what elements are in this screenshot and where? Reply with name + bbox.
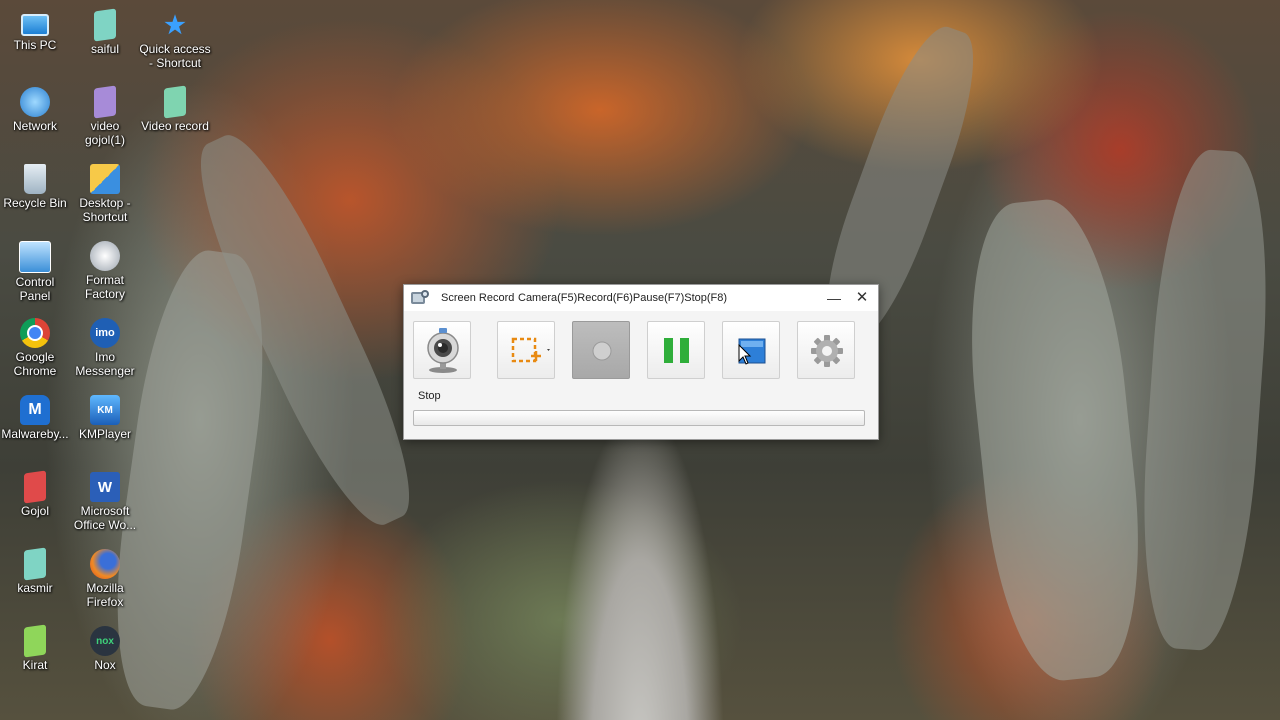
word-icon: W (90, 472, 120, 502)
shortcut-hints: Camera(F5)Record(F6)Pause(F7)Stop(F8) (518, 292, 728, 304)
desktop-icon-recycle-bin[interactable]: Recycle Bin (0, 160, 71, 210)
pause-button[interactable] (647, 321, 705, 379)
close-button[interactable]: ✕ (852, 288, 872, 308)
folder-icon (164, 85, 186, 119)
desktop-shortcut-icon (90, 164, 120, 194)
desktop-icon-video-gojol[interactable]: video gojol(1) (69, 83, 141, 147)
stop-icon (738, 338, 766, 364)
desktop-icon-label: Format Factory (84, 273, 125, 301)
record-button[interactable] (572, 321, 630, 379)
region-select-icon (511, 337, 550, 363)
desktop-icon-microsoft-office-word[interactable]: W Microsoft Office Wo... (69, 468, 141, 532)
desktop-icon-label: Network (12, 119, 57, 133)
status-text: Stop (418, 390, 441, 402)
folder-icon (24, 547, 46, 581)
window-title: Screen Record (441, 292, 515, 304)
desktop-icon-label: Imo Messenger (75, 350, 135, 378)
desktop-icon-network[interactable]: Network (0, 83, 71, 133)
desktop-icon-control-panel[interactable]: Control Panel (0, 237, 71, 303)
nox-icon: nox (90, 626, 120, 656)
desktop-icon-kmplayer[interactable]: KM KMPlayer (69, 391, 141, 441)
desktop-icon-label: Nox (94, 658, 116, 672)
tree-trunk (955, 193, 1155, 687)
screen-record-window: Screen Record Camera(F5)Record(F6)Pause(… (403, 284, 879, 440)
desktop-icon-video-record[interactable]: Video record (139, 83, 211, 133)
desktop-icon-desktop-shortcut[interactable]: Desktop - Shortcut (69, 160, 141, 224)
desktop-icon-label: Microsoft Office Wo... (73, 504, 137, 532)
desktop-icon-saiful[interactable]: saiful (69, 6, 141, 56)
desktop-icon-label: Quick access - Shortcut (139, 42, 211, 70)
desktop-icon-nox[interactable]: nox Nox (69, 622, 141, 672)
desktop-icon-label: Control Panel (15, 275, 55, 303)
malwarebytes-icon: M (20, 395, 50, 425)
folder-icon (24, 470, 46, 504)
tree-trunk (1132, 146, 1278, 654)
desktop-icon-label: This PC (13, 38, 57, 52)
desktop-icon-imo-messenger[interactable]: imo Imo Messenger (69, 314, 141, 378)
firefox-icon (90, 549, 120, 579)
folder-icon (94, 8, 116, 42)
star-shortcut-icon: ★ (164, 11, 186, 39)
this-pc-icon (21, 14, 49, 36)
title-bar[interactable]: Screen Record Camera(F5)Record(F6)Pause(… (404, 285, 878, 311)
webcam-icon (427, 328, 459, 373)
desktop-icon-label: Google Chrome (13, 350, 57, 378)
desktop-icon-label: Kirat (22, 658, 48, 672)
chrome-icon (20, 318, 50, 348)
record-icon (592, 341, 612, 361)
format-factory-icon (90, 241, 120, 271)
mouse-cursor-icon (738, 344, 752, 365)
desktop-icon-google-chrome[interactable]: Google Chrome (0, 314, 71, 378)
desktop-icon-label: video gojol(1) (84, 119, 126, 147)
desktop-icon-label: Desktop - Shortcut (79, 196, 131, 224)
camera-button[interactable] (413, 321, 471, 379)
network-icon (20, 87, 50, 117)
desktop-icon-label: Video record (141, 119, 209, 133)
folder-icon (94, 85, 116, 119)
settings-button[interactable] (797, 321, 855, 379)
desktop-icon-label: Recycle Bin (3, 196, 67, 210)
minimize-button[interactable]: — (824, 288, 844, 308)
desktop-icon-label: Malwareby... (1, 427, 69, 441)
desktop-icon-format-factory[interactable]: Format Factory (69, 237, 141, 301)
desktop-icon-this-pc[interactable]: This PC (0, 6, 71, 52)
app-icon (411, 290, 429, 304)
folder-icon (24, 624, 46, 658)
desktop-icon-quick-access-shortcut[interactable]: ★ Quick access - Shortcut (139, 6, 211, 71)
gear-icon (811, 335, 843, 367)
desktop-icon-mozilla-firefox[interactable]: Mozilla Firefox (69, 545, 141, 609)
desktop-icon-label: Mozilla Firefox (86, 581, 124, 609)
recycle-bin-icon (24, 164, 46, 194)
desktop-icon-kasmir[interactable]: kasmir (0, 545, 71, 595)
desktop-icon-label: KMPlayer (78, 427, 131, 441)
desktop-icon-label: Gojol (20, 504, 49, 518)
kmplayer-icon: KM (90, 395, 120, 425)
desktop-icon-label: kasmir (17, 581, 53, 595)
pause-icon (664, 338, 689, 363)
desktop-icon-malwarebytes[interactable]: M Malwareby... (0, 391, 71, 441)
control-panel-icon (19, 241, 51, 273)
select-region-button[interactable] (497, 321, 555, 379)
desktop-icon-label: saiful (90, 42, 119, 56)
desktop-icon-kirat[interactable]: Kirat (0, 622, 71, 672)
imo-icon: imo (90, 318, 120, 348)
desktop-icon-gojol[interactable]: Gojol (0, 468, 71, 518)
progress-bar (413, 410, 865, 426)
